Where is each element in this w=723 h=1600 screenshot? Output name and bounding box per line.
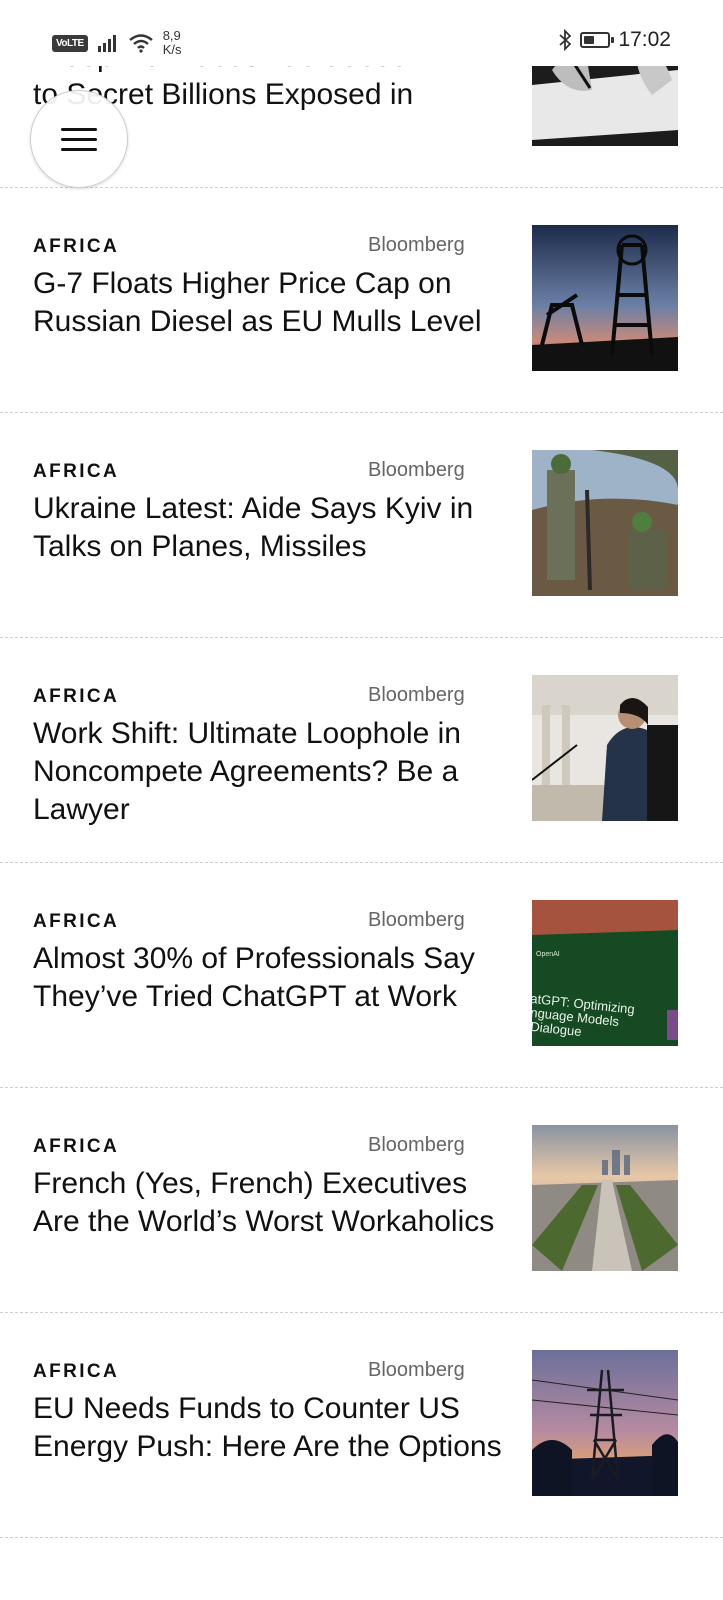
- image-text: OpenAI: [536, 951, 560, 958]
- article-item[interactable]: AFRICA Bloomberg French (Yes, French) Ex…: [0, 1088, 723, 1313]
- chatgpt-screen-photo: OpenAI atGPT: Optimizing nguage Models D…: [532, 900, 678, 1046]
- network-speed-unit: K/s: [162, 42, 182, 57]
- battery-level: [584, 36, 595, 44]
- article-thumbnail[interactable]: [532, 675, 678, 821]
- article-title[interactable]: Work Shift: Ultimate Loophole in Noncomp…: [33, 715, 503, 829]
- article-thumbnail[interactable]: [532, 450, 678, 596]
- menu-button[interactable]: [30, 90, 128, 188]
- article-thumbnail[interactable]: [532, 1350, 678, 1496]
- status-bar: VoLTE 8,9 K/s 17:02: [0, 0, 723, 66]
- clock: 17:02: [618, 28, 671, 51]
- oil-pumps-photo: [532, 225, 678, 371]
- article-source: Bloomberg: [368, 1134, 465, 1156]
- wifi-icon: [128, 34, 153, 53]
- article-title[interactable]: Almost 30% of Professionals Say They’ve …: [33, 940, 503, 1016]
- battery-icon: [580, 32, 615, 48]
- article-category[interactable]: AFRICA: [33, 236, 119, 258]
- article-title[interactable]: G-7 Floats Higher Price Cap on Russian D…: [33, 265, 503, 341]
- article-source: Bloomberg: [368, 909, 465, 931]
- article-thumbnail[interactable]: [532, 1125, 678, 1271]
- testimony-photo: [532, 675, 678, 821]
- status-left-icons: VoLTE 8,9 K/s: [52, 26, 181, 60]
- article-title[interactable]: Ukraine Latest: Aide Says Kyiv in Talks …: [33, 490, 503, 566]
- network-speed: 8,9 K/s: [163, 29, 182, 57]
- soldiers-photo: [532, 450, 678, 596]
- paris-skyline-photo: [532, 1125, 678, 1271]
- article-item[interactable]: AFRICA Bloomberg Almost 30% of Professio…: [0, 863, 723, 1088]
- article-item[interactable]: AFRICA Bloomberg Work Shift: Ultimate Lo…: [0, 638, 723, 863]
- hamburger-menu-icon-bar: [61, 148, 97, 151]
- article-source: Bloomberg: [368, 684, 465, 706]
- article-thumbnail[interactable]: OpenAI atGPT: Optimizing nguage Models D…: [532, 900, 678, 1046]
- article-title[interactable]: EU Needs Funds to Counter US Energy Push…: [33, 1390, 503, 1466]
- network-speed-value: 8,9: [162, 28, 181, 43]
- hamburger-menu-icon-bar: [61, 138, 97, 141]
- signal-icon: [97, 35, 116, 52]
- article-title[interactable]: French (Yes, French) Executives Are the …: [33, 1165, 503, 1241]
- article-item[interactable]: AFRICA Bloomberg Ukraine Latest: Aide Sa…: [0, 413, 723, 638]
- status-right-icons: 17:02: [558, 28, 671, 52]
- article-source: Bloomberg: [368, 1359, 465, 1381]
- article-category[interactable]: AFRICA: [33, 1361, 119, 1383]
- article-thumbnail[interactable]: [532, 225, 678, 371]
- article-item[interactable]: AFRICA Bloomberg G-7 Floats Higher Price…: [0, 188, 723, 413]
- power-pylon-photo: [532, 1350, 678, 1496]
- article-category[interactable]: AFRICA: [33, 461, 119, 483]
- hamburger-menu-icon: [61, 128, 97, 131]
- article-source: Bloomberg: [368, 234, 465, 256]
- bluetooth-icon: [559, 29, 572, 51]
- article-category[interactable]: AFRICA: [33, 1136, 119, 1158]
- article-item[interactable]: AFRICA Bloomberg EU Needs Funds to Count…: [0, 1313, 723, 1538]
- volte-icon: VoLTE: [52, 34, 88, 52]
- article-category[interactable]: AFRICA: [33, 686, 119, 708]
- article-category[interactable]: AFRICA: [33, 911, 119, 933]
- article-source: Bloomberg: [368, 459, 465, 481]
